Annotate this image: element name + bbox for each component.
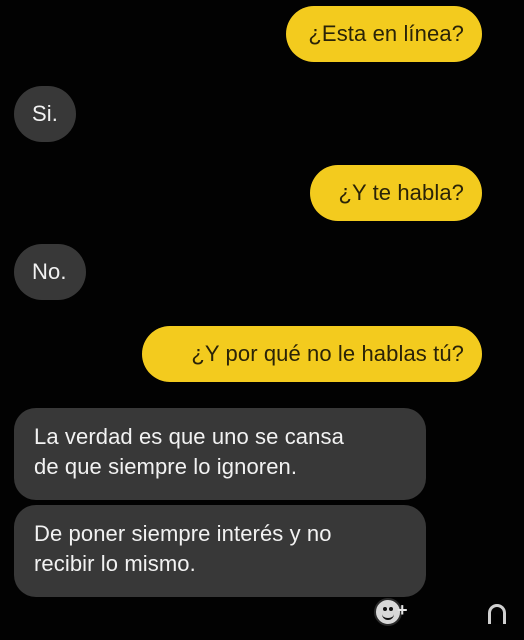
message-text: ¿Y por qué no le hablas tú? — [191, 341, 464, 366]
message-bubble-incoming[interactable]: Si. — [14, 86, 76, 142]
message-bubble-outgoing[interactable]: ¿Esta en línea? — [286, 6, 482, 62]
message-bubble-incoming[interactable]: No. — [14, 244, 86, 300]
emoji-mouth — [382, 612, 394, 620]
message-text-line: La verdad es que uno se cansa — [34, 424, 344, 449]
chat-thread: ¿Esta en línea? Si. ¿Y te habla? No. ¿Y … — [0, 0, 524, 640]
emoji-eye — [383, 607, 387, 611]
message-text-line: recibir lo mismo. — [34, 551, 196, 576]
message-text-line: De poner siempre interés y no — [34, 521, 332, 546]
message-text: ¿Esta en línea? — [308, 21, 464, 46]
message-text: ¿Y te habla? — [338, 180, 464, 205]
emoji-eye — [389, 607, 393, 611]
message-bubble-outgoing[interactable]: ¿Y te habla? — [310, 165, 482, 221]
message-bubble-outgoing[interactable]: ¿Y por qué no le hablas tú? — [142, 326, 482, 382]
message-text: No. — [32, 259, 67, 284]
message-bubble-incoming[interactable]: De poner siempre interés y no recibir lo… — [14, 505, 426, 597]
message-text: Si. — [32, 101, 58, 126]
add-reaction-button[interactable]: + — [397, 600, 408, 621]
message-bubble-incoming[interactable]: La verdad es que uno se cansa de que sie… — [14, 408, 426, 500]
ghost-icon[interactable] — [488, 604, 506, 624]
message-text-line: de que siempre lo ignoren. — [34, 454, 298, 479]
